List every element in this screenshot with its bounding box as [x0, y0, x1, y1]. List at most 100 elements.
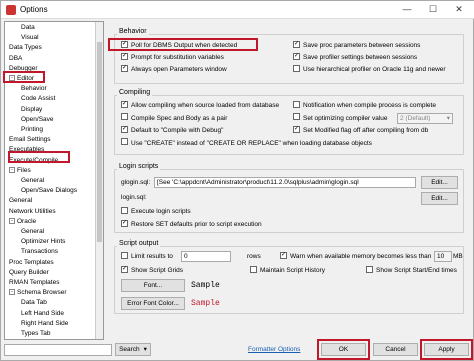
limit-results-input[interactable]: 0 — [181, 251, 231, 262]
collapse-icon[interactable]: - — [9, 75, 15, 82]
font-button[interactable]: Font... — [121, 279, 185, 292]
tree-node[interactable]: Left Hand Side — [21, 309, 64, 318]
tree-node[interactable]: Behavior — [21, 84, 47, 93]
formatter-options-link[interactable]: Formatter Options — [248, 346, 300, 353]
options-tree[interactable]: Data Visual Data Types DBA Debugger - Editor Be… — [4, 21, 104, 340]
behavior-left-option[interactable]: ✓ Poll for DBMS Output when detected — [121, 40, 237, 50]
checkbox-box — [121, 206, 128, 214]
tree-node[interactable]: DBA — [9, 54, 22, 63]
tree-node[interactable]: Transactions — [21, 247, 58, 256]
restore-set-defaults-checkbox[interactable]: ✓ Restore SET defaults prior to script ex… — [121, 219, 262, 229]
tree-node[interactable]: Debugger — [9, 64, 38, 73]
tree-node[interactable]: Data Types — [9, 43, 42, 52]
behavior-right-option[interactable]: ✓ Save proc parameters between sessions — [293, 40, 420, 50]
warn-memory-checkbox[interactable]: ✓ Warn when available memory becomes less… — [280, 251, 431, 261]
error-font-color-button[interactable]: Error Font Color... — [121, 297, 185, 310]
limit-results-checkbox[interactable]: Limit results to — [121, 251, 173, 261]
collapse-icon[interactable]: - — [9, 167, 15, 174]
tree-node[interactable]: Query Builder — [9, 268, 49, 277]
compiling-title: Compiling — [117, 89, 153, 96]
execute-login-scripts-checkbox[interactable]: Execute login scripts — [121, 206, 191, 216]
collapse-icon[interactable]: - — [9, 289, 15, 296]
search-button[interactable]: Search ▾ — [115, 343, 151, 356]
checkbox-box — [250, 265, 257, 273]
tree-node[interactable]: Executables — [9, 145, 44, 154]
restore-set-defaults-label: Restore SET defaults prior to script exe… — [131, 221, 262, 228]
tree-node[interactable]: Email Settings — [9, 135, 51, 144]
glogin-edit-button[interactable]: Edit... — [421, 176, 458, 189]
compiling-left-option[interactable]: Compile Spec and Body as a pair — [121, 113, 228, 123]
tree-node-label: Transactions — [21, 248, 58, 256]
window-title: Options — [20, 5, 48, 14]
tree-node[interactable]: Data Tab — [21, 298, 47, 307]
minimize-button[interactable]: — — [394, 3, 420, 16]
ok-button[interactable]: OK — [321, 343, 366, 356]
tree-node[interactable]: Display — [21, 105, 42, 114]
compiling-right-option-label: Set Modified flag off after compiling fr… — [303, 127, 429, 134]
cancel-button[interactable]: Cancel — [373, 343, 418, 356]
compiling-left-option[interactable]: Use "CREATE" instead of "CREATE OR REPLA… — [121, 138, 372, 148]
tree-node[interactable]: Code Assist — [21, 94, 55, 103]
tree-node[interactable]: - Files — [9, 166, 31, 175]
tree-node[interactable]: - Editor — [9, 74, 34, 83]
checkbox-box: ✓ — [121, 125, 128, 133]
compiling-right-option[interactable]: ✓ Set Modified flag off after compiling f… — [293, 125, 429, 135]
tree-node[interactable]: RMAN Templates — [9, 278, 59, 287]
search-input[interactable] — [4, 344, 112, 356]
warn-memory-input[interactable]: 10 — [434, 251, 452, 262]
tree-node[interactable]: Open/Save Dialogs — [21, 186, 77, 195]
behavior-left-option-label: Prompt for substitution variables — [131, 54, 224, 61]
tree-node[interactable]: Network Utilities — [9, 207, 56, 216]
compiling-right-option[interactable]: Notification when compile process is com… — [293, 100, 436, 110]
tree-node[interactable]: Execute/Compile — [9, 156, 58, 165]
optimizer-value-select[interactable]: 2 (Default) ▾ — [397, 113, 453, 124]
apply-button[interactable]: Apply — [424, 343, 469, 356]
maintain-history-label: Maintain Script History — [260, 267, 326, 274]
behavior-right-option-label: Save profiler settings between sessions — [303, 54, 418, 61]
show-start-end-checkbox[interactable]: Show Script Start/End times — [366, 265, 457, 275]
collapse-icon[interactable]: - — [9, 218, 15, 225]
checkbox-box — [293, 64, 300, 72]
tree-node[interactable]: Right Hand Side — [21, 319, 68, 328]
tree-node[interactable]: General — [9, 196, 32, 205]
compiling-right-option[interactable]: Set optimizing compiler value — [293, 113, 388, 123]
tree-node[interactable]: General — [21, 176, 44, 185]
tree-node-label: Files — [17, 166, 31, 174]
maximize-button[interactable]: ☐ — [420, 3, 446, 16]
tree-node[interactable]: - Schema Browser — [9, 288, 67, 297]
behavior-left-option[interactable]: ✓ Prompt for substitution variables — [121, 52, 224, 62]
behavior-left-option[interactable]: ✓ Always open Parameters window — [121, 64, 227, 74]
tree-node[interactable]: Optimizer Hints — [21, 237, 65, 246]
compiling-left-option-label: Compile Spec and Body as a pair — [131, 114, 228, 122]
tree-node-label: Oracle — [17, 217, 37, 225]
tree-node-label: Open/Save — [21, 115, 54, 123]
compiling-left-option-label: Use "CREATE" instead of "CREATE OR REPLA… — [131, 139, 372, 147]
compiling-left-option[interactable]: ✓ Allow compiling when source loaded from… — [121, 100, 279, 110]
tree-scrollbar[interactable] — [95, 22, 103, 339]
tree-node-label: Email Settings — [9, 136, 51, 144]
compiling-left-option[interactable]: ✓ Default to "Compile with Debug" — [121, 125, 223, 135]
tree-node[interactable]: Open/Save — [21, 115, 54, 124]
tree-node[interactable]: Types Tab — [21, 329, 51, 338]
close-button[interactable]: ✕ — [446, 3, 472, 16]
tree-node-label: General — [21, 228, 45, 235]
behavior-right-option[interactable]: Use hierarchical profiler on Oracle 11g … — [293, 64, 446, 74]
tree-node-label: Code Assist — [21, 95, 56, 103]
tree-node[interactable]: Printing — [21, 125, 43, 134]
show-script-grids-checkbox[interactable]: ✓ Show Script Grids — [121, 265, 183, 275]
glogin-path: [See 'C:\appdcnt\Administrator\product\1… — [157, 179, 359, 186]
tree-node-label: Printing — [21, 126, 44, 133]
checkbox-box — [293, 100, 300, 108]
behavior-right-option[interactable]: ✓ Save profiler settings between sessions — [293, 52, 418, 62]
limit-results-label: Limit results to — [131, 253, 173, 260]
login-edit-button[interactable]: Edit... — [421, 192, 458, 205]
checkbox-box: ✓ — [293, 40, 300, 48]
glogin-path-field[interactable]: [See 'C:\appdcnt\Administrator\product\1… — [154, 177, 416, 188]
tree-node[interactable]: Visual — [21, 33, 39, 42]
tree-node[interactable]: - Oracle — [9, 217, 36, 226]
tree-scroll-thumb[interactable] — [97, 42, 102, 242]
tree-node[interactable]: Data — [21, 23, 35, 32]
tree-node[interactable]: General — [21, 227, 44, 236]
tree-node[interactable]: Proc Templates — [9, 258, 54, 267]
maintain-history-checkbox[interactable]: Maintain Script History — [250, 265, 326, 275]
